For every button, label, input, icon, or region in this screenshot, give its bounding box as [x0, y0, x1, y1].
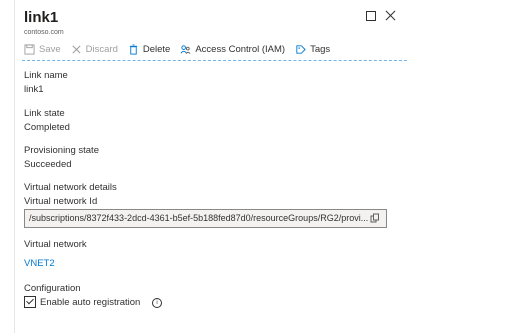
delete-button[interactable]: Delete	[128, 44, 170, 55]
link-name-value: link1	[24, 84, 44, 95]
delete-label: Delete	[142, 43, 171, 55]
discard-icon	[72, 44, 81, 54]
vnet-details-heading: Virtual network details	[24, 182, 117, 193]
vnet-link[interactable]: VNET2	[24, 258, 55, 269]
page-title: link1	[24, 9, 59, 26]
link-state-label: Link state	[24, 108, 65, 119]
access-control-button[interactable]: Access Control (IAM)	[180, 44, 285, 55]
vnet-id-label: Virtual network Id	[24, 196, 98, 207]
page-subtitle: contoso.com	[24, 29, 64, 36]
toolbar-divider	[22, 60, 407, 61]
close-button[interactable]	[384, 9, 398, 23]
info-icon[interactable]: i	[152, 298, 162, 308]
maximize-button[interactable]	[364, 9, 378, 23]
auto-registration-label: Enable auto registration	[40, 297, 141, 308]
tag-icon	[296, 44, 306, 54]
provisioning-state-value: Succeeded	[24, 159, 72, 170]
save-icon	[24, 43, 35, 55]
discard-label: Discard	[85, 43, 118, 55]
link-name-label: Link name	[24, 70, 68, 81]
command-bar: Save Discard Delete Access Control (IAM)…	[24, 40, 340, 58]
provisioning-state-label: Provisioning state	[24, 145, 99, 156]
users-icon	[180, 44, 191, 54]
trash-icon	[129, 43, 138, 55]
configuration-heading: Configuration	[24, 283, 81, 294]
link-blade: link1 contoso.com Save Discard Delete Ac…	[14, 0, 504, 333]
save-button[interactable]: Save	[24, 44, 61, 55]
link-state-value: Completed	[24, 122, 70, 133]
vnet-id-field[interactable]: /subscriptions/8372f433-2dcd-4361-b5ef-5…	[24, 209, 387, 228]
copy-icon[interactable]	[370, 213, 380, 223]
vnet-label: Virtual network	[24, 239, 87, 250]
save-label: Save	[39, 43, 61, 55]
tags-button[interactable]: Tags	[295, 44, 330, 55]
discard-button[interactable]: Discard	[71, 44, 118, 55]
access-control-label: Access Control (IAM)	[195, 43, 286, 55]
tags-label: Tags	[310, 43, 331, 55]
auto-registration-checkbox[interactable]	[24, 296, 36, 308]
